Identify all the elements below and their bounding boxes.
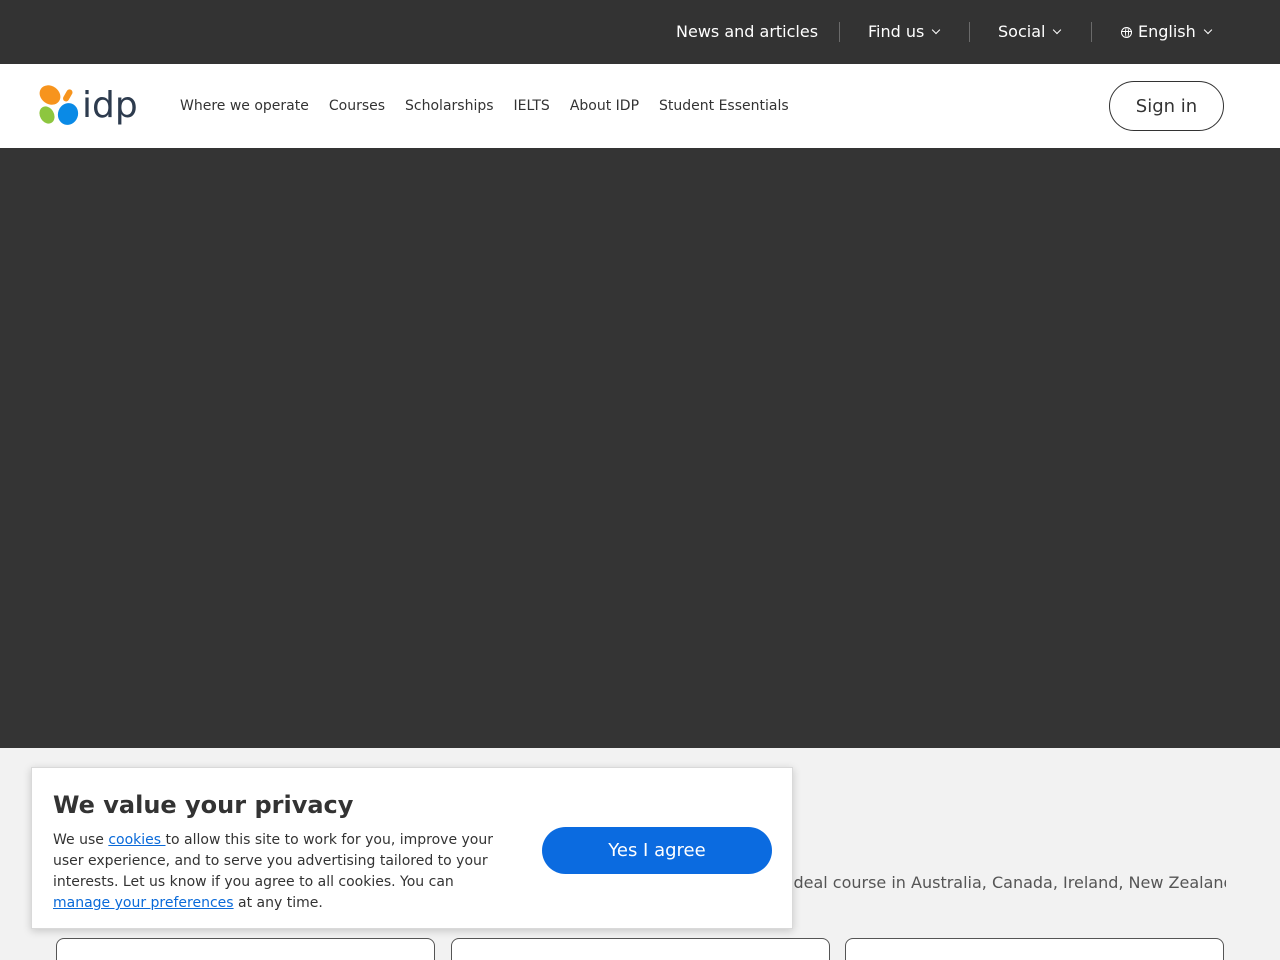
cookie-title: We value your privacy [53, 791, 354, 819]
globe-icon [1121, 26, 1132, 38]
divider [1091, 22, 1092, 42]
news-and-articles-label: News and articles [676, 22, 819, 41]
social-dropdown[interactable]: Social [998, 21, 1062, 43]
intro-text-visible: ideal course in Australia, Canada, Irela… [789, 873, 1226, 892]
cookie-consent-banner: We value your privacy We use cookies to … [31, 767, 793, 929]
language-selector[interactable]: English [1121, 21, 1213, 43]
yes-i-agree-button[interactable]: Yes I agree [542, 827, 772, 874]
nav-about-idp[interactable]: About IDP [570, 96, 639, 116]
nav-scholarships[interactable]: Scholarships [405, 96, 493, 116]
divider [969, 22, 970, 42]
chevron-down-icon [932, 25, 941, 35]
utility-bar: News and articles Find us Social English [0, 0, 1280, 64]
cookie-text-end: at any time. [233, 895, 323, 911]
nav-student-essentials[interactable]: Student Essentials [659, 96, 789, 116]
cookies-link[interactable]: cookies [108, 832, 165, 848]
cookie-text-start: We use [53, 832, 109, 848]
cookie-text: We use cookies to allow this site to wor… [53, 830, 513, 914]
divider [839, 22, 840, 42]
sign-in-button[interactable]: Sign in [1109, 81, 1224, 131]
logo-text: idp [82, 85, 138, 126]
hero-banner [0, 148, 1280, 748]
nav-courses[interactable]: Courses [329, 96, 385, 116]
find-us-label: Find us [868, 22, 925, 41]
news-and-articles-link[interactable]: News and articles [676, 21, 818, 43]
feature-card[interactable] [845, 938, 1224, 960]
nav-where-we-operate[interactable]: Where we operate [180, 96, 309, 116]
feature-card[interactable] [451, 938, 830, 960]
feature-card[interactable] [56, 938, 435, 960]
idp-logo[interactable]: idp [38, 84, 144, 128]
chevron-down-icon [1053, 25, 1062, 35]
main-nav: Where we operate Courses Scholarships IE… [180, 96, 809, 116]
social-label: Social [998, 22, 1046, 41]
find-us-dropdown[interactable]: Find us [868, 21, 941, 43]
language-label: English [1138, 22, 1196, 41]
main-header: idp Where we operate Courses Scholarship… [0, 64, 1280, 148]
nav-ielts[interactable]: IELTS [514, 96, 550, 116]
chevron-down-icon [1203, 25, 1213, 35]
idp-logo-mark: idp [39, 85, 138, 126]
manage-preferences-link[interactable]: manage your preferences [53, 895, 234, 911]
